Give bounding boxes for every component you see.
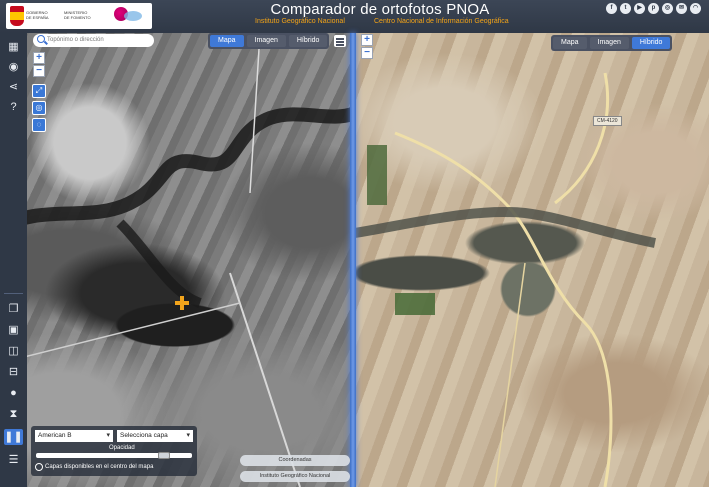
right-map-features: [355, 72, 656, 487]
logo-gobierno-text: GOBIERNO DE ESPAÑA: [26, 10, 49, 20]
instagram-icon[interactable]: ◎: [662, 3, 673, 14]
right-zoom-out-button[interactable]: −: [361, 47, 373, 59]
split-vertical-icon[interactable]: ◫: [4, 343, 23, 359]
right-map-mode-tabs: Mapa Imagen Híbrido: [551, 35, 673, 51]
cnig-logo-icon: [124, 11, 142, 21]
left-map-mode-tabs: Mapa Imagen Híbrido: [208, 33, 330, 49]
layer-panel: American B Selecciona capa Opacidad Capa…: [31, 426, 197, 476]
right-tab-mapa[interactable]: Mapa: [553, 37, 587, 49]
subtitle-cnig: Centro Nacional de Información Geográfic…: [374, 18, 509, 25]
social-links: f t ▶ p ◎ ✉ ◠: [606, 3, 701, 14]
zoom-in-button[interactable]: +: [33, 52, 45, 64]
coordinates-button[interactable]: Coordenadas: [240, 455, 350, 466]
subtitle-ign: Instituto Geográfico Nacional: [255, 18, 345, 25]
right-map-current[interactable]: [355, 33, 709, 487]
circle-view-icon[interactable]: ●: [4, 385, 23, 401]
split-horizontal-icon[interactable]: ⊟: [4, 364, 23, 380]
logo-ministerio-text: MINISTERIO DE FOMENTO: [64, 10, 91, 20]
compare-divider-handle[interactable]: [350, 33, 356, 487]
left-tab-hibrido[interactable]: Híbrido: [288, 35, 328, 47]
second-layer-select[interactable]: Selecciona capa: [117, 430, 193, 442]
swipe-compare-icon[interactable]: ❚❚: [4, 429, 23, 445]
spain-coat-of-arms-icon: [10, 6, 24, 26]
attribution-text: Instituto Geográfico Nacional: [240, 471, 350, 482]
right-tab-imagen[interactable]: Imagen: [589, 37, 629, 49]
opacity-slider-thumb[interactable]: [158, 452, 171, 459]
layer-select[interactable]: American B: [35, 430, 113, 442]
layers-icon[interactable]: ▦: [4, 39, 23, 55]
hourglass-icon[interactable]: ⧗: [4, 406, 23, 422]
left-map-features: [0, 33, 355, 487]
left-map-menu-icon[interactable]: [334, 35, 346, 47]
fullscreen-icon[interactable]: ⤢: [32, 84, 46, 98]
email-icon[interactable]: ✉: [676, 3, 687, 14]
center-marker-icon: [175, 296, 189, 310]
rss-icon[interactable]: ◠: [690, 3, 701, 14]
copy-view-icon[interactable]: ❐: [4, 301, 23, 317]
left-tab-mapa[interactable]: Mapa: [210, 35, 244, 47]
right-zoom-in-button[interactable]: +: [361, 34, 373, 46]
measure-icon[interactable]: ◌: [32, 118, 46, 132]
youtube-icon[interactable]: ▶: [634, 3, 645, 14]
right-tab-hibrido[interactable]: Híbrido: [631, 37, 671, 49]
crosshair-icon: [35, 463, 43, 471]
facebook-icon[interactable]: f: [606, 3, 617, 14]
grid-view-icon[interactable]: ▣: [4, 322, 23, 338]
left-tab-imagen[interactable]: Imagen: [246, 35, 286, 47]
search-input[interactable]: Topónimo o dirección: [33, 34, 154, 47]
road-label: CM-4120: [593, 116, 622, 126]
menu-icon[interactable]: ☰: [4, 452, 23, 468]
page-title: Comparador de ortofotos PNOA: [270, 1, 490, 18]
twitter-icon[interactable]: t: [620, 3, 631, 14]
location-icon[interactable]: ◎: [32, 101, 46, 115]
toolbar-divider: [4, 293, 23, 294]
left-toolbar: ▦ ◉ ⋖ ? ❐ ▣ ◫ ⊟ ● ⧗ ❚❚ ☰: [0, 33, 27, 487]
help-icon[interactable]: ?: [4, 99, 23, 115]
layers-info-text: Capas disponibles en el centro del mapa: [45, 464, 154, 470]
share-icon[interactable]: ⋖: [4, 79, 23, 95]
left-map-historic[interactable]: [0, 33, 355, 487]
pinterest-icon[interactable]: p: [648, 3, 659, 14]
opacity-label: Opacidad: [109, 445, 135, 451]
zoom-out-button[interactable]: −: [33, 65, 45, 77]
app-header: GOBIERNO DE ESPAÑA MINISTERIO DE FOMENTO…: [0, 0, 709, 33]
search-icon: [37, 35, 45, 43]
government-logos[interactable]: GOBIERNO DE ESPAÑA MINISTERIO DE FOMENTO: [6, 3, 152, 29]
eye-icon[interactable]: ◉: [4, 59, 23, 75]
